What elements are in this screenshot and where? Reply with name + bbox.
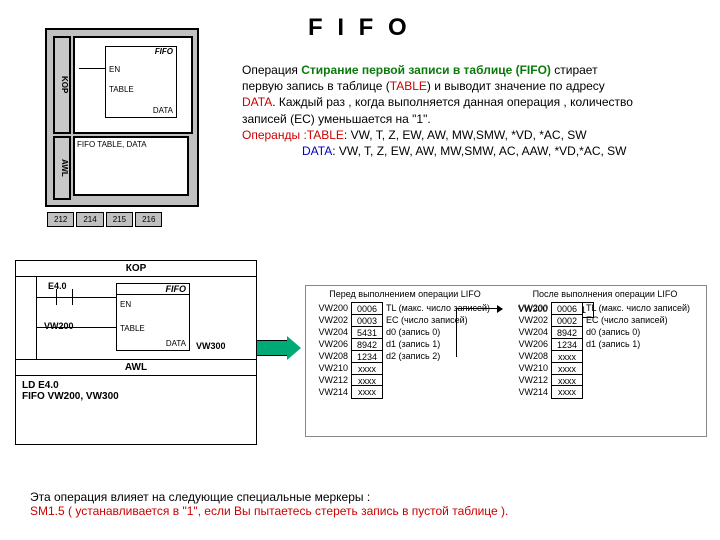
tab-212: 212 bbox=[47, 212, 74, 227]
vw300-label: VW300 bbox=[196, 341, 226, 351]
after-title: После выполнения операции LIFO bbox=[506, 286, 704, 302]
awl-line-2: FIFO VW200, VW300 bbox=[22, 391, 250, 402]
table-row: VW214xxxx bbox=[306, 386, 504, 398]
awl-side-label: AWL bbox=[53, 136, 71, 200]
awl-line-1: LD E4.0 bbox=[22, 380, 250, 391]
table-row: VW2020003ЕС (число записей) bbox=[306, 314, 504, 326]
description-text: Операция Стирание первой записи в таблиц… bbox=[242, 62, 692, 159]
page-title: F I F O bbox=[308, 14, 411, 42]
tab-214: 214 bbox=[76, 212, 103, 227]
footer-note: Эта операция влияет на следующие специал… bbox=[30, 490, 508, 518]
fifo-block-header: FIFO bbox=[106, 47, 176, 56]
tab-215: 215 bbox=[106, 212, 133, 227]
kop-inner-box: FIFO EN TABLE DATA bbox=[73, 36, 193, 134]
after-group: После выполнения операции LIFO VW2000006… bbox=[506, 286, 704, 398]
kop-awl-panel: КОР Е4.0 VW200 VW300 FIFO EN TABLE DATA … bbox=[15, 260, 257, 445]
footer-line-2: SM1.5 ( устанавливается в "1", если Вы п… bbox=[30, 504, 508, 518]
tab-216: 216 bbox=[135, 212, 162, 227]
table-row: VW2048942d0 (запись 0) bbox=[506, 326, 704, 338]
big-arrow-icon bbox=[256, 340, 288, 356]
table-row: VW2068942d1 (запись 1) bbox=[306, 338, 504, 350]
table-row: VW2000006TL (макс. число записей) bbox=[306, 302, 504, 314]
data-label: DATA bbox=[153, 106, 173, 115]
table-row: VW2061234d1 (запись 1) bbox=[506, 338, 704, 350]
table-row: VW214xxxx bbox=[506, 386, 704, 398]
table-row: VW2020002ЕС (число записей) bbox=[506, 314, 704, 326]
awl-body: LD E4.0 FIFO VW200, VW300 bbox=[16, 376, 256, 444]
kop-fifo-block: FIFO EN TABLE DATA bbox=[116, 283, 190, 351]
before-group: Перед выполнением операции LIFO VW200000… bbox=[306, 286, 504, 398]
kop-side-label: KOP bbox=[53, 36, 71, 134]
table-label: TABLE bbox=[109, 85, 134, 94]
kop-caption: КОР bbox=[16, 261, 256, 277]
fifo-block: FIFO EN TABLE DATA bbox=[105, 46, 177, 118]
table-row: VW2045431d0 (запись 0) bbox=[306, 326, 504, 338]
sketch-tabs: 212 214 215 216 bbox=[47, 212, 162, 227]
table-row: VW2081234d2 (запись 2) bbox=[306, 350, 504, 362]
table-row: VW2000006TL (макс. число записей) bbox=[506, 302, 704, 314]
kop-awl-sketch: KOP FIFO EN TABLE DATA AWL FIFO TABLE, D… bbox=[45, 28, 199, 207]
table-row: VW212xxxx bbox=[506, 374, 704, 386]
lifo-panel: VW300 5431 Перед выполнением операции LI… bbox=[305, 285, 707, 437]
vw200-label: VW200 bbox=[44, 321, 74, 331]
kop-body: Е4.0 VW200 VW300 FIFO EN TABLE DATA bbox=[16, 277, 256, 360]
awl-inner-box: FIFO TABLE, DATA bbox=[73, 136, 189, 196]
before-title: Перед выполнением операции LIFO bbox=[306, 286, 504, 302]
table-row: VW210xxxx bbox=[506, 362, 704, 374]
table-row: VW208xxxx bbox=[506, 350, 704, 362]
awl-caption: AWL bbox=[16, 360, 256, 376]
e40-label: Е4.0 bbox=[48, 281, 67, 291]
en-label: EN bbox=[109, 65, 120, 74]
table-row: VW212xxxx bbox=[306, 374, 504, 386]
table-row: VW210xxxx bbox=[306, 362, 504, 374]
footer-line-1: Эта операция влияет на следующие специал… bbox=[30, 490, 370, 504]
